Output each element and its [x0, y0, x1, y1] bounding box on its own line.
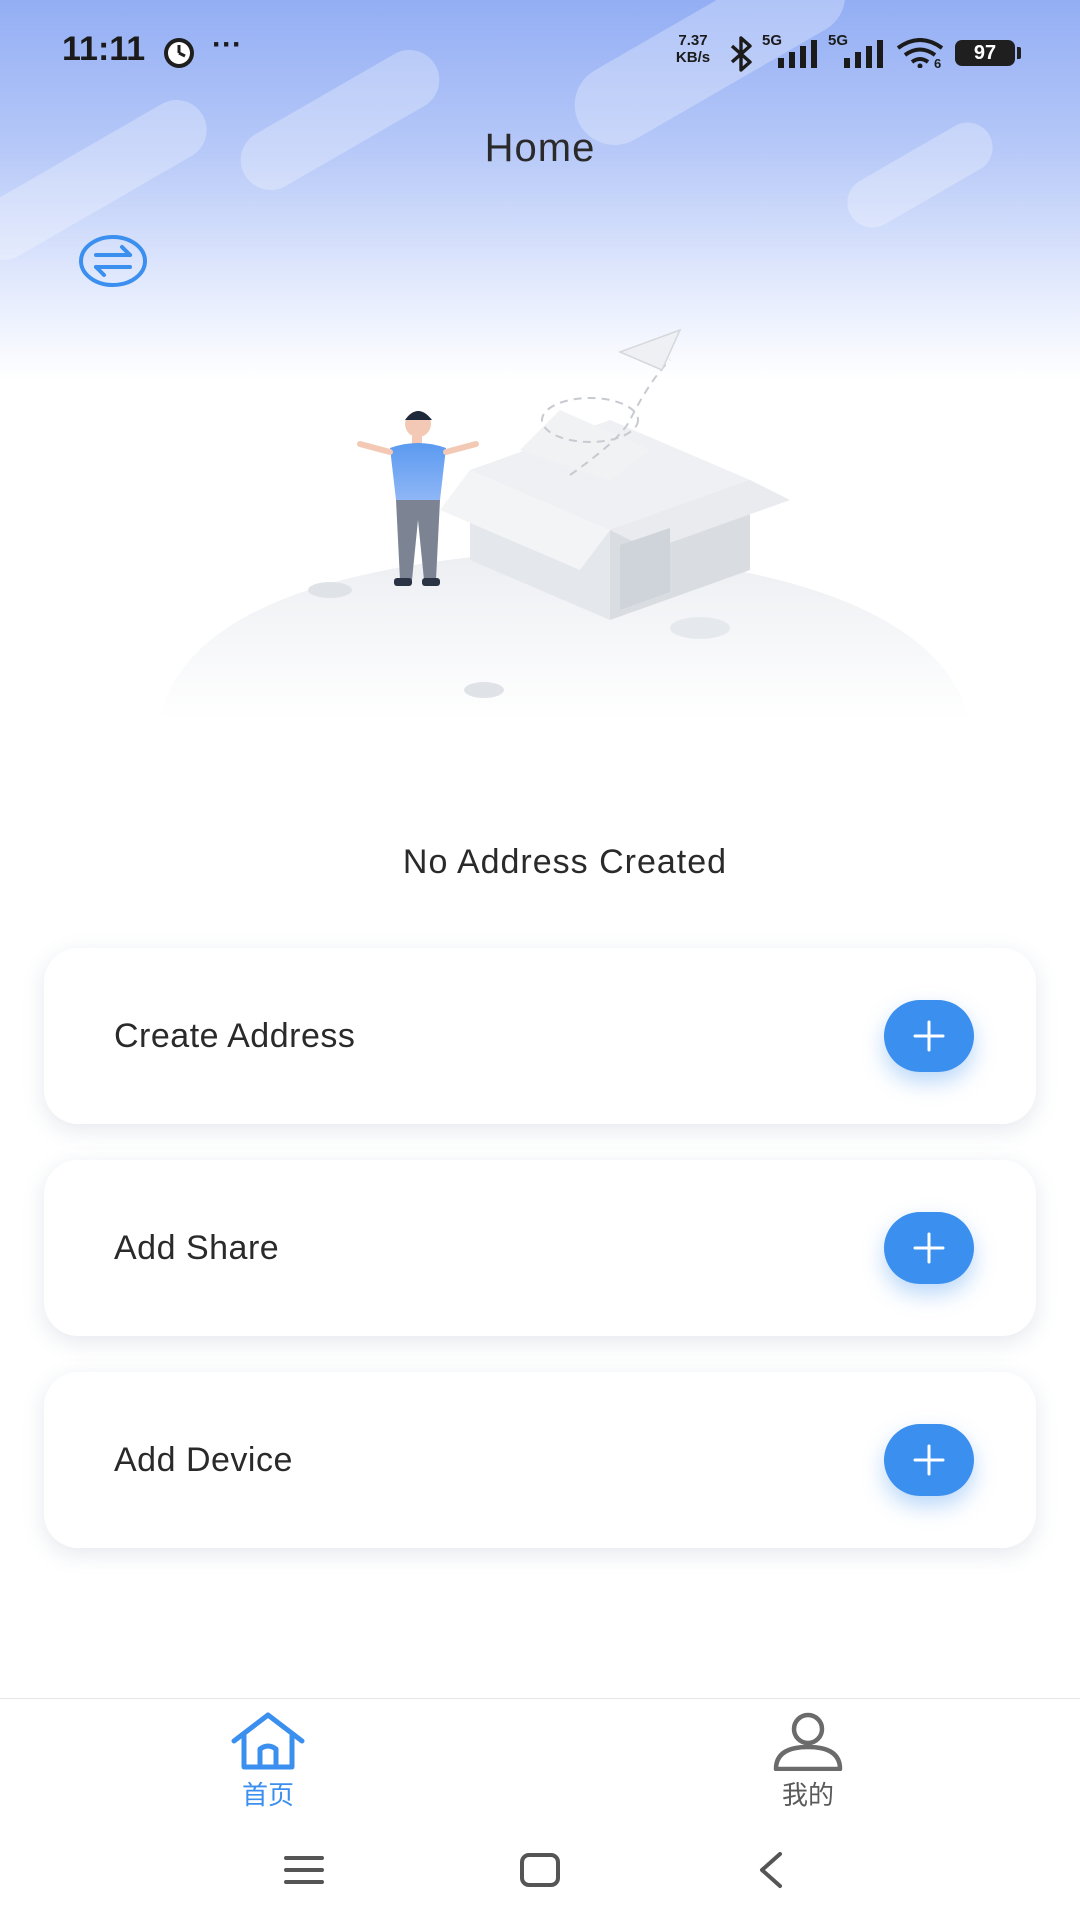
- status-time: 11:11: [62, 30, 146, 68]
- add-device-button[interactable]: [884, 1424, 974, 1496]
- back-icon[interactable]: [756, 1850, 786, 1895]
- signal-strength-2-icon: [842, 38, 890, 73]
- wifi-label: 6: [934, 56, 942, 71]
- network-speed-value: 7.37: [678, 32, 708, 49]
- nav-item-home[interactable]: 首页: [188, 1699, 348, 1823]
- person-icon: [770, 1711, 846, 1776]
- add-share-card[interactable]: Add Share: [44, 1160, 1036, 1336]
- add-device-card[interactable]: Add Device: [44, 1372, 1036, 1548]
- add-device-label: Add Device: [114, 1441, 293, 1479]
- clock-icon: [162, 36, 196, 75]
- empty-state-message: No Address Created: [402, 843, 728, 881]
- status-bar: 11:11 ··· 7.37 KB/s 5G 5G 6 97: [0, 0, 1080, 104]
- home-square-icon[interactable]: [518, 1852, 562, 1893]
- signal-strength-1-icon: [776, 38, 824, 73]
- menu-icon[interactable]: [282, 1852, 326, 1893]
- network-speed: 7.37 KB/s: [668, 32, 718, 66]
- create-address-button[interactable]: [884, 1000, 974, 1072]
- plus-icon: [913, 1020, 945, 1052]
- network-speed-unit: KB/s: [675, 49, 711, 66]
- create-address-card[interactable]: Create Address: [44, 948, 1036, 1124]
- home-icon: [228, 1711, 308, 1776]
- page-title: Home: [484, 126, 596, 170]
- battery-level: 97: [973, 42, 997, 64]
- battery-icon: 97: [955, 40, 1015, 66]
- add-share-button[interactable]: [884, 1212, 974, 1284]
- battery-tip: [1017, 47, 1021, 59]
- plus-icon: [913, 1444, 945, 1476]
- nav-label-profile: 我的: [781, 1780, 834, 1810]
- bottom-nav: 首页 我的: [0, 1698, 1080, 1823]
- nav-label-home: 首页: [241, 1780, 294, 1810]
- plus-icon: [913, 1232, 945, 1264]
- switch-icon[interactable]: [78, 234, 148, 288]
- nav-item-profile[interactable]: 我的: [728, 1699, 888, 1823]
- empty-state-illustration: [150, 320, 970, 740]
- bluetooth-icon: [726, 36, 756, 77]
- more-notifications-icon: ···: [212, 28, 242, 61]
- create-address-label: Create Address: [114, 1017, 356, 1055]
- system-nav-bar: [0, 1822, 1080, 1920]
- add-share-label: Add Share: [114, 1229, 280, 1267]
